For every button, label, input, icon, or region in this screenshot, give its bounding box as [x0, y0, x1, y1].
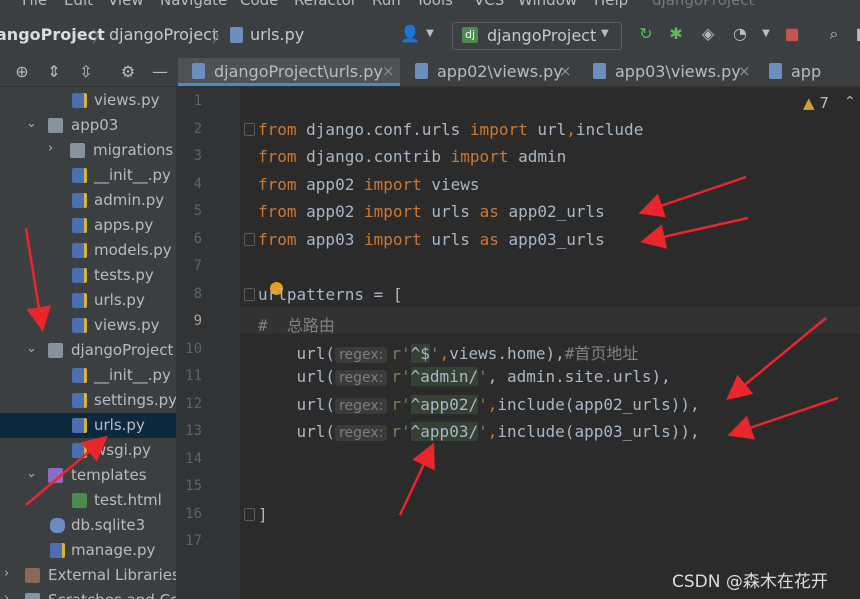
watermark: CSDN @森木在花开 [672, 572, 828, 592]
annotation-arrows [24, 175, 839, 516]
arrow [727, 396, 839, 440]
arrow [640, 216, 749, 249]
arrow [398, 442, 435, 516]
arrow [726, 317, 827, 401]
arrow [638, 175, 747, 218]
arrow [24, 227, 52, 332]
arrow [25, 435, 108, 506]
